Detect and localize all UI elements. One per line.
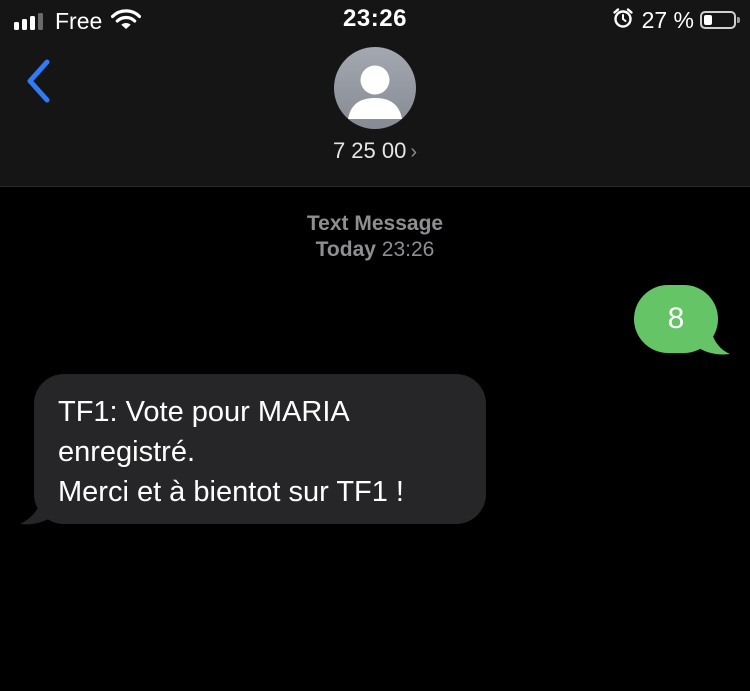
alarm-icon <box>612 7 634 34</box>
chevron-left-icon <box>27 59 50 103</box>
battery-percent: 27 % <box>641 6 694 33</box>
person-silhouette-icon <box>348 65 402 119</box>
battery-icon <box>700 11 740 29</box>
contact-avatar[interactable] <box>334 47 416 129</box>
battery-level-fill <box>704 15 712 25</box>
incoming-message-line: TF1: Vote pour MARIA <box>58 396 350 428</box>
message-timestamp: Today 23:26 <box>0 238 750 262</box>
contact-number: 7 25 00 <box>332 138 407 163</box>
message-service-label: Text Message <box>306 212 444 235</box>
outgoing-message-bubble[interactable]: 8 <box>634 285 718 353</box>
contact-name-button[interactable]: 7 25 00 › <box>0 138 750 164</box>
outgoing-message-text: 8 <box>667 302 685 335</box>
incoming-message-line: enregistré. <box>58 436 196 468</box>
incoming-message-line: Merci et à bientot sur TF1 ! <box>58 476 404 508</box>
back-button[interactable] <box>20 56 56 106</box>
timestamp-time: 23:26 <box>381 238 435 261</box>
status-bar-right: 27 % <box>612 6 740 34</box>
conversation-header: Free 23:26 27 % 7 25 00 › <box>0 0 750 187</box>
incoming-message-bubble[interactable]: TF1: Vote pour MARIA enregistré. Merci e… <box>34 374 486 524</box>
timestamp-day: Today <box>315 238 376 261</box>
chevron-right-icon: › <box>410 141 418 163</box>
